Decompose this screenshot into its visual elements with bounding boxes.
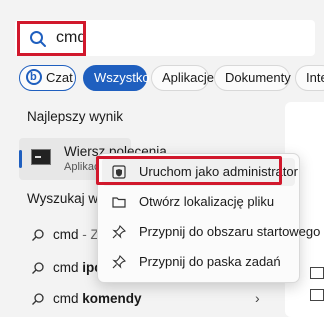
filter-all-label: Wszystko xyxy=(94,70,150,85)
filter-all[interactable]: Wszystko xyxy=(83,65,150,91)
filter-chat-label: Czat xyxy=(46,70,73,85)
filter-apps[interactable]: Aplikacje xyxy=(151,65,214,91)
open-external-icon[interactable] xyxy=(310,289,324,301)
chevron-right-icon[interactable]: › xyxy=(255,290,260,306)
filter-chat[interactable]: Czat xyxy=(19,65,76,91)
open-file-location-menu-item[interactable]: Otwórz lokalizację pliku xyxy=(102,188,295,216)
filter-documents[interactable]: Dokumenty xyxy=(214,65,291,91)
search-highlight-annotation xyxy=(17,21,86,56)
menu-item-label: Przypnij do obszaru startowego xyxy=(139,224,321,239)
best-match-heading: Najlepszy wynik xyxy=(27,109,124,124)
pin-icon xyxy=(112,225,126,239)
filter-internet[interactable]: Inte xyxy=(295,65,324,91)
folder-icon xyxy=(112,197,126,208)
web-search-item[interactable]: cmd komendy › xyxy=(19,286,269,312)
search-icon xyxy=(32,293,44,305)
command-prompt-icon xyxy=(31,149,51,165)
menu-item-label: Otwórz lokalizację pliku xyxy=(139,194,275,209)
search-icon xyxy=(32,229,44,241)
filter-internet-label: Inte xyxy=(306,70,324,85)
pin-to-start-menu-item[interactable]: Przypnij do obszaru startowego xyxy=(102,218,320,246)
filter-documents-label: Dokumenty xyxy=(225,70,291,85)
search-icon xyxy=(32,262,44,274)
bing-chat-icon xyxy=(26,65,42,89)
filter-apps-label: Aplikacje xyxy=(162,70,215,85)
menu-item-label: Przypnij do paska zadań xyxy=(139,254,281,269)
web-search-query: cmd xyxy=(53,260,83,275)
pin-to-taskbar-menu-item[interactable]: Przypnij do paska zadań xyxy=(102,248,295,276)
run-as-admin-highlight-annotation xyxy=(96,156,282,185)
web-search-bold: komendy xyxy=(82,291,142,306)
selection-indicator xyxy=(19,150,22,168)
web-search-query: cmd xyxy=(53,291,83,306)
pin-icon xyxy=(112,255,126,269)
web-search-query: cmd xyxy=(53,227,79,242)
open-external-icon[interactable] xyxy=(310,267,324,279)
